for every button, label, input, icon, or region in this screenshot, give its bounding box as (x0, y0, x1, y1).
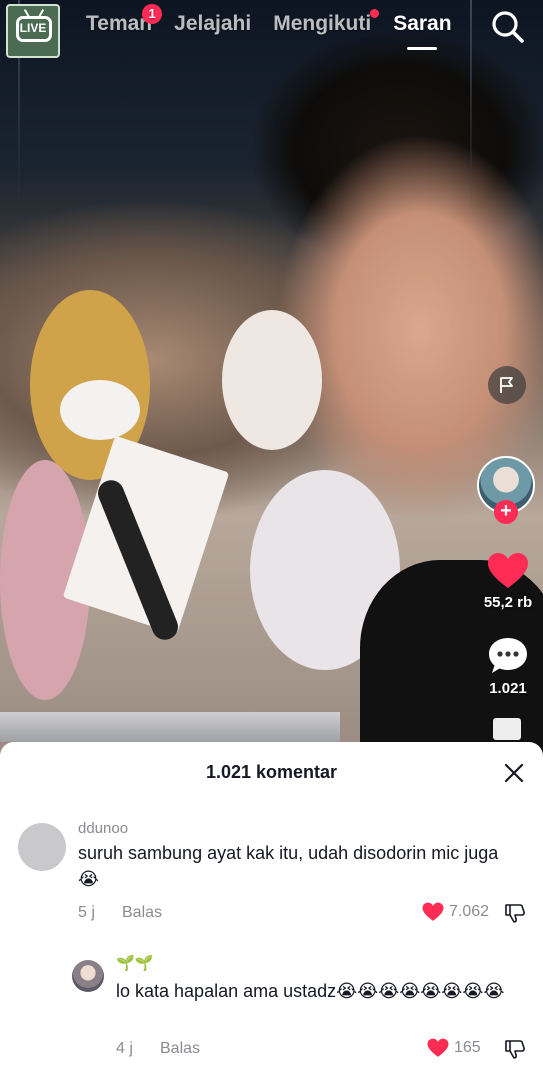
search-icon (492, 11, 524, 43)
comment-username[interactable]: ddunoo (78, 820, 128, 837)
tab-label: Saran (393, 12, 452, 35)
dislike-button[interactable] (504, 902, 526, 924)
top-navigation: LIVE Teman 1 Jelajahi Mengikuti Saran (0, 0, 543, 58)
comment-time: 5 j (78, 904, 95, 921)
search-button[interactable] (491, 10, 525, 44)
creator-avatar[interactable]: + (477, 456, 535, 524)
comment-item: ddunoo suruh sambung ayat kak itu, udah … (0, 818, 543, 938)
active-tab-indicator (407, 47, 438, 50)
tab-jelajahi[interactable]: Jelajahi (174, 12, 251, 36)
video-player[interactable] (0, 0, 543, 760)
like-button[interactable]: 55,2 rb (473, 552, 543, 611)
heart-icon (422, 902, 444, 921)
comment-like-count: 165 (454, 1039, 481, 1056)
tab-mengikuti[interactable]: Mengikuti (273, 9, 380, 36)
notification-dot (370, 9, 380, 18)
thumbs-down-icon (505, 904, 525, 923)
notification-badge: 1 (142, 4, 163, 24)
avatar[interactable] (72, 960, 104, 992)
comment-button[interactable]: 1.021 (473, 636, 543, 697)
avatar[interactable] (18, 823, 66, 871)
tab-teman[interactable]: Teman 1 (86, 4, 163, 36)
feed-tabs: Teman 1 Jelajahi Mengikuti Saran (86, 4, 452, 50)
comment-reply-item: 🌱🌱 lo kata hapalan ama ustadz😭😭😭😭😭😭😭😭 4 … (0, 954, 543, 1074)
bookmark-icon[interactable] (493, 718, 521, 740)
comment-time: 4 j (116, 1040, 133, 1057)
live-button[interactable]: LIVE (6, 4, 60, 58)
crowd-mask (60, 380, 140, 440)
tab-saran[interactable]: Saran (393, 12, 452, 50)
thumbs-down-icon (505, 1040, 525, 1059)
heart-icon (488, 553, 528, 588)
comment-sheet: 1.021 komentar ddunoo suruh sambung ayat… (0, 742, 543, 1080)
dislike-button[interactable] (504, 1038, 526, 1060)
comment-like-button[interactable]: 165 (427, 1038, 481, 1058)
comment-username[interactable]: 🌱🌱 (116, 954, 153, 972)
comment-like-button[interactable]: 7.062 (422, 902, 489, 922)
follow-button[interactable]: + (494, 500, 518, 524)
close-button[interactable] (503, 762, 525, 784)
live-label: LIVE (19, 21, 47, 35)
heart-icon (427, 1038, 449, 1057)
report-button[interactable] (488, 366, 526, 404)
tab-label: Jelajahi (174, 12, 252, 35)
crowd-person (222, 310, 322, 450)
tab-label: Mengikuti (273, 12, 372, 35)
reply-button[interactable]: Balas (160, 1040, 200, 1058)
flag-icon (500, 377, 513, 393)
like-count: 55,2 rb (483, 594, 533, 611)
comment-count: 1.021 (489, 680, 527, 697)
comment-sheet-title: 1.021 komentar (205, 762, 338, 782)
comment-text: suruh sambung ayat kak itu, udah disodor… (78, 843, 499, 889)
comment-text: lo kata hapalan ama ustadz😭😭😭😭😭😭😭😭 (116, 981, 505, 1001)
comment-icon (489, 638, 527, 673)
reply-button[interactable]: Balas (122, 904, 162, 922)
comment-like-count: 7.062 (449, 903, 490, 920)
close-icon (504, 763, 524, 783)
barrier (0, 712, 340, 742)
